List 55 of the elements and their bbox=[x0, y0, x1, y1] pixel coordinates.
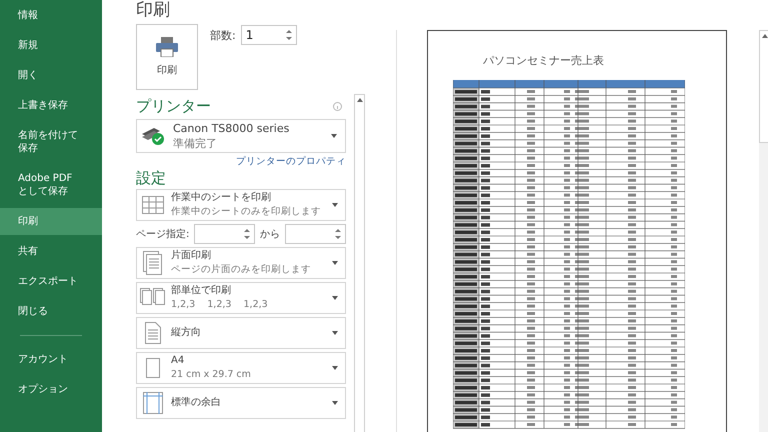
dropdown-caret-icon bbox=[332, 331, 338, 335]
printer-dropdown[interactable]: Canon TS8000 series 準備完了 bbox=[136, 119, 346, 153]
option-title: 縦方向 bbox=[171, 326, 201, 340]
page-title: 印刷 bbox=[136, 0, 170, 20]
settings-heading: 設定 bbox=[136, 169, 166, 187]
dropdown-caret-icon bbox=[332, 296, 338, 300]
dropdown-caret-icon bbox=[331, 134, 337, 138]
option-subtitle: 作業中のシートのみを印刷します bbox=[171, 205, 321, 219]
settings-dropdown[interactable]: A4 21 cm x 29.7 cm bbox=[136, 352, 346, 384]
info-icon bbox=[333, 102, 342, 110]
portrait-page-icon bbox=[145, 322, 161, 344]
scroll-up-icon bbox=[762, 34, 768, 38]
sheet-title: パソコンセミナー売上表 bbox=[483, 53, 605, 69]
spinner-arrows-icon bbox=[335, 228, 341, 240]
spinner-arrows-icon bbox=[286, 29, 292, 41]
printer-icon bbox=[156, 36, 178, 56]
printer-name: Canon TS8000 series bbox=[173, 121, 290, 136]
page-stack-icon bbox=[143, 251, 163, 275]
dropdown-caret-icon bbox=[332, 401, 338, 405]
grid-icon bbox=[142, 196, 164, 214]
dropdown-caret-icon bbox=[332, 203, 338, 207]
collated-pages-icon bbox=[140, 288, 166, 308]
sidebar-item[interactable]: 印刷 bbox=[0, 208, 102, 235]
page-range-label: ページ指定: bbox=[136, 228, 190, 242]
dropdown-caret-icon bbox=[332, 366, 338, 370]
preview-scrollbar[interactable] bbox=[759, 30, 768, 432]
margins-icon bbox=[143, 392, 163, 414]
copies-field[interactable]: 1 bbox=[240, 25, 297, 45]
dropdown-caret-icon bbox=[332, 261, 338, 265]
spinner-arrows-icon bbox=[244, 228, 250, 240]
option-title: A4 bbox=[171, 354, 184, 368]
printer-status: 準備完了 bbox=[173, 136, 218, 151]
settings-dropdown[interactable]: 縦方向 bbox=[136, 317, 346, 349]
copies-label: 部数: bbox=[210, 28, 236, 44]
page-from-field[interactable] bbox=[194, 224, 256, 244]
option-title: 標準の余白 bbox=[171, 396, 221, 410]
option-subtitle: ページの片面のみを印刷します bbox=[171, 263, 311, 277]
paper-icon bbox=[146, 358, 160, 378]
settings-dropdown[interactable]: 標準の余白 bbox=[136, 387, 346, 419]
printer-properties-link[interactable]: プリンターのプロパティ bbox=[236, 156, 346, 168]
option-subtitle: 1,2,3 1,2,3 1,2,3 bbox=[171, 298, 268, 312]
settings-dropdown[interactable]: 部単位で印刷 1,2,3 1,2,3 1,2,3 bbox=[136, 282, 346, 314]
printer-heading: プリンター bbox=[136, 97, 211, 115]
option-title: 作業中のシートを印刷 bbox=[171, 191, 271, 205]
page-to-field[interactable] bbox=[285, 224, 346, 244]
option-subtitle: 21 cm x 29.7 cm bbox=[171, 368, 251, 382]
scroll-up-icon bbox=[356, 98, 362, 102]
printer-ready-icon bbox=[141, 127, 165, 145]
scrollbar[interactable] bbox=[354, 94, 365, 432]
page-to-label: から bbox=[260, 228, 280, 242]
print-button[interactable]: 印刷 bbox=[136, 24, 198, 90]
option-title: 片面印刷 bbox=[171, 249, 211, 263]
settings-dropdown[interactable]: 片面印刷 ページの片面のみを印刷します bbox=[136, 247, 346, 279]
option-title: 部単位で印刷 bbox=[171, 284, 231, 298]
settings-dropdown[interactable]: 作業中のシートを印刷 作業中のシートのみを印刷します bbox=[136, 189, 346, 221]
